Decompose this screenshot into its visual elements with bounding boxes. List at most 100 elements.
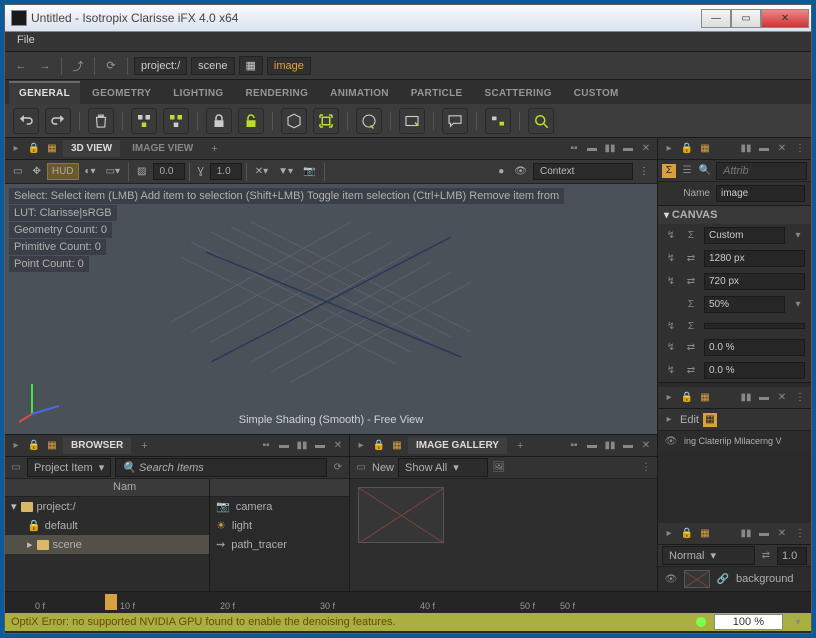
layout-1-icon[interactable]: ▪▪ [567,142,581,156]
pct2-field[interactable]: 0.0 % [704,362,805,379]
lock-button[interactable] [206,108,232,134]
close-panel-icon[interactable]: ✕ [775,527,789,541]
close-panel-icon[interactable]: ✕ [775,142,789,156]
layout-icon[interactable]: ▮▮ [739,142,753,156]
vp-tools-icon[interactable]: ✕▾ [251,164,272,179]
tab-rendering[interactable]: RENDERING [235,83,318,104]
eye-icon[interactable]: 👁 [664,434,678,448]
undo-button[interactable] [13,108,39,134]
vp-context-dropdown[interactable]: Context [533,163,633,180]
layout-icon[interactable]: ▪▪ [567,439,581,453]
list-item-pathtracer[interactable]: ⇝path_tracer [210,535,349,554]
expand-button[interactable] [313,108,339,134]
collapse-icon[interactable]: ▸ [662,527,676,541]
lock-icon[interactable]: 🔒 [372,439,386,453]
close-panel-icon[interactable]: ✕ [639,142,653,156]
close-button[interactable]: ✕ [761,9,809,28]
menu-file[interactable]: File [11,32,41,48]
edit-icon[interactable]: ▦ [703,413,717,427]
link-icon[interactable]: 🔗 [716,572,730,586]
breadcrumb-image-folder[interactable]: ▦ [239,56,263,75]
screen-button[interactable] [399,108,425,134]
tab-scattering[interactable]: SCATTERING [474,83,561,104]
vp-exposure-icon[interactable]: ▨ [133,164,150,179]
vp-menu-icon[interactable]: ⋮ [635,164,653,179]
close-panel-icon[interactable]: ✕ [639,439,653,453]
layout-icon[interactable]: ▮▮ [739,391,753,405]
refresh-icon[interactable]: ⟳ [331,461,345,475]
nodes-button[interactable] [485,108,511,134]
lock-icon[interactable]: 🔒 [27,142,41,156]
empty-field[interactable] [704,323,805,329]
lock-icon[interactable]: 🔒 [680,391,694,405]
layout-2-icon[interactable]: ▬ [585,142,599,156]
breadcrumb-root[interactable]: project:/ [134,57,187,75]
canvas-section[interactable]: ▾ CANVAS [658,206,811,224]
vp-move-icon[interactable]: ✥ [28,164,44,179]
preset-dropdown[interactable]: Custom [704,227,785,244]
image-icon[interactable]: 🖼 [492,461,506,475]
minimize-button[interactable]: — [701,9,731,28]
search-button[interactable] [528,108,554,134]
breadcrumb-image[interactable]: image [267,57,311,75]
sigma-icon[interactable]: Σ [662,164,676,178]
menu-icon[interactable]: ⋮ [639,461,653,475]
3d-viewport[interactable]: Select: Select item (LMB) Add item to se… [5,184,657,434]
box-button[interactable] [281,108,307,134]
search-input[interactable]: 🔍 Search Items [115,458,327,477]
layer-name[interactable]: background [736,573,794,585]
width-field[interactable]: 1280 px [704,250,805,267]
collapse-icon[interactable]: ▸ [662,391,676,405]
vp-select-icon[interactable]: ▭ [9,164,26,179]
panel-icon[interactable]: ▦ [45,142,59,156]
browser-filter-dropdown[interactable]: Project Item▾ [27,458,111,477]
timeline[interactable]: 0 f 10 f 20 f 30 f 40 f 50 f 50 f [5,591,811,613]
vp-gamma-value[interactable]: 1.0 [210,163,242,180]
menu-icon[interactable]: ⋮ [793,142,807,156]
collapse-icon[interactable]: ▸ [662,142,676,156]
gallery-thumbnail[interactable] [358,487,444,543]
breadcrumb-scene[interactable]: scene [191,57,234,75]
menu-icon[interactable]: ⋮ [793,527,807,541]
vp-shading-icon[interactable]: ◐▾ [81,164,100,179]
vp-gamma-icon[interactable]: Ɣ [194,164,208,179]
gallery-tab[interactable]: IMAGE GALLERY [408,437,507,454]
globe-button[interactable] [356,108,382,134]
close-panel-icon[interactable]: ✕ [775,391,789,405]
panel-icon[interactable]: ▦ [698,527,712,541]
tab-general[interactable]: GENERAL [9,81,80,104]
tab-lighting[interactable]: LIGHTING [163,83,233,104]
add-tab-button[interactable]: + [511,440,529,452]
collapse-icon[interactable]: ▸ [9,439,23,453]
layout-icon[interactable]: ▬ [757,142,771,156]
panel-icon[interactable]: ▦ [698,142,712,156]
list-item-light[interactable]: ☀light [210,516,349,535]
vp-filter-icon[interactable]: ▼▾ [274,164,297,179]
layout-3-icon[interactable]: ▮▮ [603,142,617,156]
redo-button[interactable] [45,108,71,134]
new-icon[interactable]: ▭ [354,461,368,475]
lock-icon[interactable]: 🔒 [27,439,41,453]
tree-item-scene[interactable]: ▸ scene [5,535,209,554]
new-button[interactable]: New [372,462,394,474]
layout-icon[interactable]: ▮▮ [739,527,753,541]
tree-item-project[interactable]: ▾ project:/ [5,497,209,516]
panel-icon[interactable]: ▦ [45,439,59,453]
layout-4-icon[interactable]: ▬ [621,142,635,156]
tab-particle[interactable]: PARTICLE [401,83,473,104]
zoom-menu-icon[interactable]: ▾ [791,615,805,629]
panel-icon[interactable]: ▦ [698,391,712,405]
ungroup-button[interactable] [163,108,189,134]
tab-animation[interactable]: ANIMATION [320,83,399,104]
trash-button[interactable] [88,108,114,134]
nav-refresh-icon[interactable]: ⟳ [101,56,121,76]
nav-forward-icon[interactable]: → [35,56,55,76]
search-icon[interactable]: 🔍 [698,164,712,178]
nav-back-icon[interactable]: ← [11,56,31,76]
browser-tab[interactable]: BROWSER [63,437,131,454]
layout-icon[interactable]: ▬ [313,439,327,453]
playhead[interactable] [105,594,117,610]
maximize-button[interactable]: ▭ [731,9,761,28]
layout-icon[interactable]: ▬ [757,527,771,541]
view-tab-image[interactable]: IMAGE VIEW [124,140,201,157]
